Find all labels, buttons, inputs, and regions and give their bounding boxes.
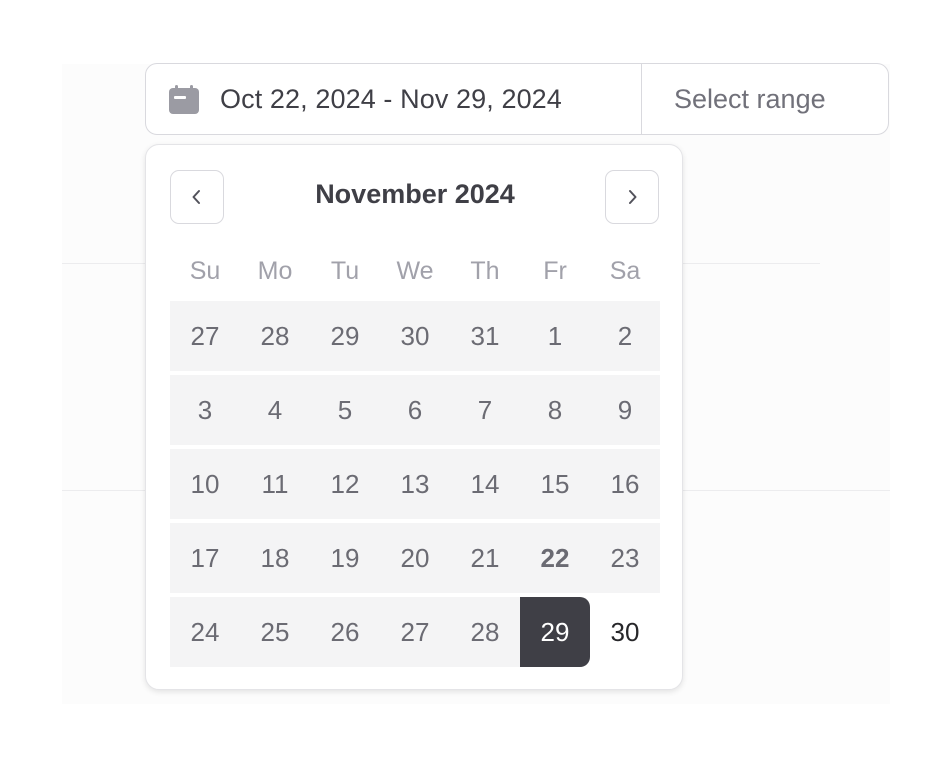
calendar-week: 17 18 19 20 21 22 23 xyxy=(170,523,660,593)
weekday-label: Sa xyxy=(609,257,641,285)
calendar-day-selected[interactable]: 29 xyxy=(520,597,590,667)
weekday-label: Tu xyxy=(330,257,360,285)
calendar-popover: November 2024 Su Mo Tu We Th Fr Sa 27 28… xyxy=(145,144,683,690)
calendar-day[interactable]: 29 xyxy=(310,301,380,371)
calendar-day[interactable]: 1 xyxy=(520,301,590,371)
next-month-button[interactable] xyxy=(605,170,659,224)
date-range-button[interactable]: Oct 22, 2024 - Nov 29, 2024 xyxy=(146,64,642,134)
weekday-label: Fr xyxy=(543,257,567,285)
calendar-day[interactable]: 15 xyxy=(520,449,590,519)
calendar-day[interactable]: 30 xyxy=(380,301,450,371)
weekday-header: Su Mo Tu We Th Fr Sa xyxy=(170,257,660,286)
month-title: November 2024 xyxy=(315,179,515,209)
calendar-day[interactable]: 5 xyxy=(310,375,380,445)
calendar-day[interactable]: 7 xyxy=(450,375,520,445)
calendar-day[interactable]: 3 xyxy=(170,375,240,445)
date-range-picker: Oct 22, 2024 - Nov 29, 2024 Select range xyxy=(145,63,889,135)
calendar-week: 10 11 12 13 14 15 16 xyxy=(170,449,660,519)
calendar-week: 3 4 5 6 7 8 9 xyxy=(170,375,660,445)
calendar-day[interactable]: 12 xyxy=(310,449,380,519)
weekday-label: We xyxy=(396,257,434,285)
calendar-day[interactable]: 16 xyxy=(590,449,660,519)
weekday-label: Mo xyxy=(257,257,293,285)
weekday-label: Th xyxy=(470,257,500,285)
calendar-day[interactable]: 14 xyxy=(450,449,520,519)
calendar-day[interactable]: 10 xyxy=(170,449,240,519)
calendar-day[interactable]: 23 xyxy=(590,523,660,593)
calendar-day[interactable]: 17 xyxy=(170,523,240,593)
calendar-day[interactable]: 28 xyxy=(450,597,520,667)
calendar-week: 24 25 26 27 28 29 30 xyxy=(170,597,660,667)
calendar-day[interactable]: 21 xyxy=(450,523,520,593)
calendar-day[interactable]: 20 xyxy=(380,523,450,593)
calendar-day[interactable]: 8 xyxy=(520,375,590,445)
calendar-icon xyxy=(169,85,199,114)
calendar-day[interactable]: 2 xyxy=(590,301,660,371)
date-range-value: Oct 22, 2024 - Nov 29, 2024 xyxy=(220,83,562,114)
chevron-right-icon xyxy=(629,190,637,204)
calendar-day[interactable]: 6 xyxy=(380,375,450,445)
calendar-day[interactable]: 9 xyxy=(590,375,660,445)
calendar-day[interactable]: 24 xyxy=(170,597,240,667)
calendar-day[interactable]: 27 xyxy=(380,597,450,667)
calendar-day[interactable]: 26 xyxy=(310,597,380,667)
calendar-day[interactable]: 11 xyxy=(240,449,310,519)
previous-month-button[interactable] xyxy=(170,170,224,224)
calendar-day[interactable]: 13 xyxy=(380,449,450,519)
select-range-dropdown[interactable]: Select range xyxy=(642,64,888,134)
chevron-left-icon xyxy=(192,190,200,204)
calendar-day[interactable]: 31 xyxy=(450,301,520,371)
calendar-day[interactable]: 19 xyxy=(310,523,380,593)
calendar-day[interactable]: 30 xyxy=(590,597,660,667)
calendar-grid: 27 28 29 30 31 1 2 3 4 5 6 7 8 9 10 11 1… xyxy=(170,301,660,671)
calendar-day[interactable]: 18 xyxy=(240,523,310,593)
calendar-day[interactable]: 28 xyxy=(240,301,310,371)
calendar-day-range-start[interactable]: 22 xyxy=(520,523,590,593)
weekday-label: Su xyxy=(189,257,221,285)
calendar-week: 27 28 29 30 31 1 2 xyxy=(170,301,660,371)
calendar-day[interactable]: 4 xyxy=(240,375,310,445)
calendar-day[interactable]: 25 xyxy=(240,597,310,667)
calendar-day[interactable]: 27 xyxy=(170,301,240,371)
